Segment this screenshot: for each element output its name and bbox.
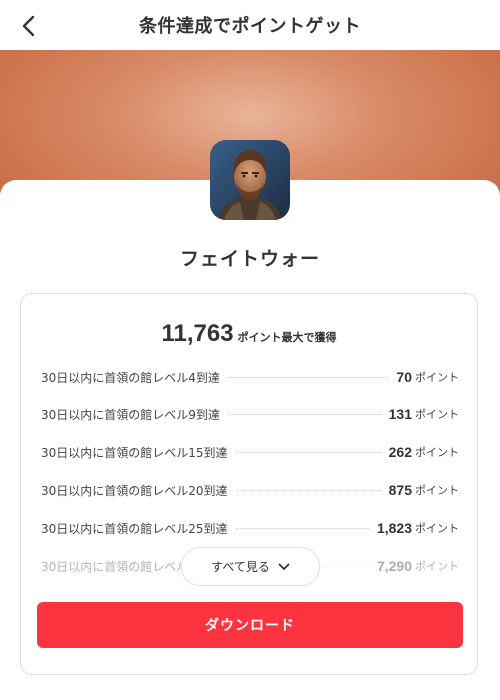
task-points-unit: ポイント bbox=[415, 371, 459, 384]
reward-card: 11,763 ポイント最大で獲得 30日以内に首領の館レベル4到達 70 ポイン… bbox=[20, 293, 478, 675]
app-name: フェイトウォー bbox=[179, 248, 320, 270]
total-points: 11,763 ポイント最大で獲得 bbox=[21, 320, 477, 348]
task-row: 30日以内に首領の館レベル9到達 131 ポイント bbox=[41, 404, 459, 424]
task-name: 30日以内に首領の館レベル bbox=[41, 559, 189, 574]
total-points-value: 11,763 bbox=[161, 320, 234, 347]
chevron-down-icon bbox=[278, 563, 290, 570]
task-row: 30日以内に首領の館レベル4到達 70 ポイント bbox=[41, 367, 459, 387]
page-title: 条件達成でポイントゲット bbox=[139, 16, 361, 37]
task-row: 30日以内に首領の館レベル25到達 1,823 ポイント bbox=[41, 518, 459, 538]
task-points: 262 bbox=[388, 444, 412, 460]
task-name: 30日以内に首領の館レベル4到達 bbox=[41, 370, 220, 385]
task-row: 30日以内に首領の館レベル15到達 262 ポイント bbox=[41, 442, 459, 462]
task-name: 30日以内に首領の館レベル9到達 bbox=[41, 407, 220, 422]
dotted-leader bbox=[235, 489, 381, 491]
dotted-leader bbox=[235, 451, 381, 453]
dotted-leader bbox=[235, 527, 369, 529]
dotted-leader bbox=[227, 413, 381, 415]
task-points-unit: ポイント bbox=[415, 522, 459, 535]
download-button-label: ダウンロード bbox=[205, 618, 295, 634]
app-icon-image bbox=[210, 140, 290, 220]
top-bar: 条件達成でポイントゲット bbox=[0, 0, 500, 50]
download-button[interactable]: ダウンロード bbox=[37, 602, 463, 648]
task-name: 30日以内に首領の館レベル20到達 bbox=[41, 483, 228, 498]
task-points: 131 bbox=[388, 406, 412, 422]
task-points-unit: ポイント bbox=[415, 408, 459, 421]
task-points-unit: ポイント bbox=[415, 446, 459, 459]
see-all-label: すべて見る bbox=[211, 560, 270, 574]
task-points-unit: ポイント bbox=[415, 484, 459, 497]
task-row: 30日以内に首領の館レベル20到達 875 ポイント bbox=[41, 480, 459, 500]
app-icon bbox=[210, 140, 290, 220]
chevron-left-icon bbox=[22, 15, 35, 37]
dotted-leader bbox=[227, 376, 389, 378]
task-points: 7,290 bbox=[376, 558, 412, 574]
see-all-button[interactable]: すべて見る bbox=[181, 547, 320, 586]
task-name: 30日以内に首領の館レベル25到達 bbox=[41, 521, 228, 536]
task-points: 875 bbox=[388, 482, 412, 498]
task-points: 70 bbox=[396, 369, 412, 385]
total-points-label: ポイント最大で獲得 bbox=[237, 331, 337, 344]
task-name: 30日以内に首領の館レベル15到達 bbox=[41, 445, 228, 460]
task-points: 1,823 bbox=[376, 520, 412, 536]
back-button[interactable] bbox=[14, 12, 42, 40]
task-points-unit: ポイント bbox=[415, 560, 459, 573]
